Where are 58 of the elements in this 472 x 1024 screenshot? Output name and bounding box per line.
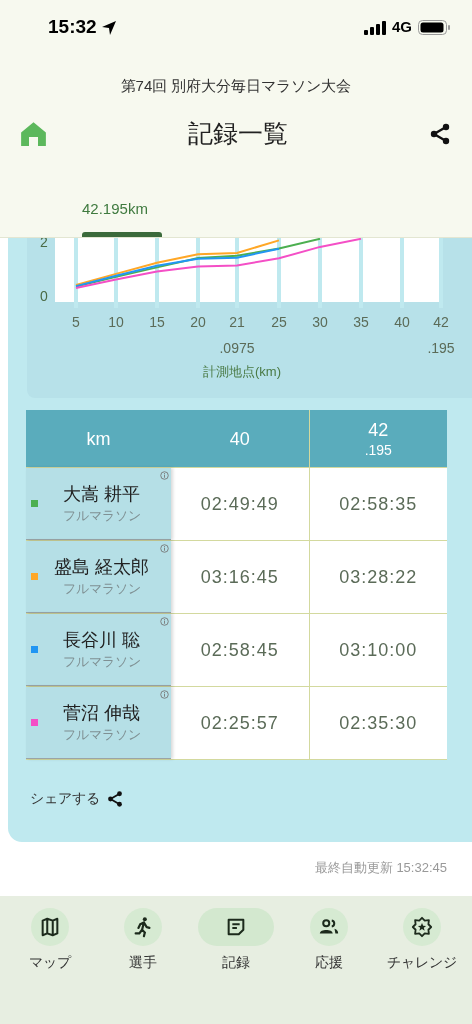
runner-name[interactable]: 大嵩 耕平 xyxy=(63,481,140,506)
time-cell: 02:58:45 xyxy=(171,614,309,686)
nav-item[interactable]: マップ xyxy=(4,908,96,1024)
race-category: フルマラソン xyxy=(62,506,141,525)
info-icon xyxy=(160,690,169,699)
runner-name[interactable]: 盛島 経太郎 xyxy=(54,554,149,579)
x-tick-label: 5 xyxy=(72,314,80,330)
x-tick-label: 10 xyxy=(108,314,124,330)
share-button[interactable] xyxy=(428,121,452,146)
time-cell: 03:16:45 xyxy=(171,541,309,613)
location-arrow-icon xyxy=(100,19,117,36)
clock-time: 15:32 xyxy=(48,15,97,40)
time-cell: 03:10:00 xyxy=(308,614,447,686)
time-cell: 02:35:30 xyxy=(308,687,447,759)
share-link[interactable]: シェアする xyxy=(30,788,124,809)
y-tick-label: 2 xyxy=(40,238,48,251)
distance-tab[interactable]: 42.195km xyxy=(82,197,162,237)
signal-icon xyxy=(364,20,386,35)
info-icon xyxy=(160,617,169,626)
race-category: フルマラソン xyxy=(62,579,141,598)
race-category: フルマラソン xyxy=(62,725,141,744)
info-icon xyxy=(160,544,169,553)
time-cell: 03:28:22 xyxy=(308,541,447,613)
x-tick-label: 35 xyxy=(353,314,369,330)
x-tick-label: 40 xyxy=(394,314,410,330)
x-tick-label: 20 xyxy=(190,314,206,330)
nav-item[interactable]: 応援 xyxy=(283,908,375,1024)
column-header: km xyxy=(85,427,112,451)
column-header: 40 xyxy=(228,427,251,451)
nav-item[interactable]: 記録 xyxy=(190,908,282,1024)
time-cell: 02:49:49 xyxy=(171,468,309,540)
home-icon xyxy=(20,120,47,147)
map-icon xyxy=(39,916,61,938)
star-badge-icon xyxy=(411,916,433,938)
info-icon xyxy=(160,471,169,480)
column-header: 42 .195 xyxy=(308,410,447,467)
last-update-text: 最終自動更新 15:32:45 xyxy=(314,859,447,877)
runner-name[interactable]: 長谷川 聡 xyxy=(63,627,140,652)
share-icon xyxy=(428,121,452,146)
x-tick-label: 42 .195 xyxy=(427,314,455,356)
y-tick-label: 0 xyxy=(40,288,48,305)
network-label: 4G xyxy=(392,17,412,38)
runner-name[interactable]: 菅沼 伸哉 xyxy=(63,700,140,725)
nav-item[interactable]: 選手 xyxy=(97,908,189,1024)
nav-item[interactable]: チャレンジ xyxy=(376,908,468,1024)
time-cell: 02:58:35 xyxy=(308,468,447,540)
axis-title: 計測地点(km) xyxy=(203,364,281,379)
race-category: フルマラソン xyxy=(62,652,141,671)
x-tick-label: 30 xyxy=(312,314,328,330)
note-icon xyxy=(225,916,247,938)
event-title: 第74回 別府大分毎日マラソン大会 xyxy=(119,76,353,96)
x-tick-label: 21 .0975 xyxy=(219,314,255,356)
time-cell: 02:25:57 xyxy=(171,687,309,759)
x-tick-label: 15 xyxy=(149,314,165,330)
battery-icon xyxy=(418,20,450,35)
share-icon xyxy=(106,789,124,808)
x-tick-label: 25 xyxy=(271,314,287,330)
page-title: 記録一覧 xyxy=(187,117,288,149)
